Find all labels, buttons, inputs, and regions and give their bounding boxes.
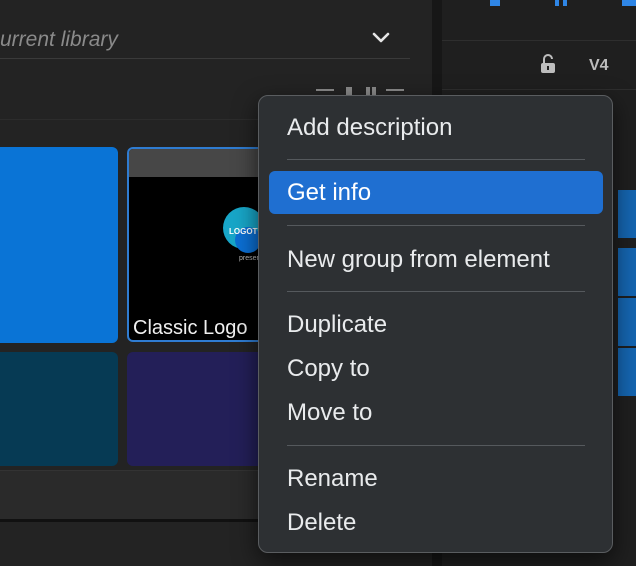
menu-item-get-info[interactable]: Get info xyxy=(269,171,603,214)
library-thumbnail[interactable] xyxy=(127,352,267,466)
timeline-clip[interactable] xyxy=(618,248,636,296)
menu-separator xyxy=(287,225,585,226)
timeline-clip[interactable] xyxy=(618,298,636,346)
context-menu: Add description Get info New group from … xyxy=(258,95,613,553)
menu-separator xyxy=(287,291,585,292)
menu-item-delete[interactable]: Delete xyxy=(269,501,603,544)
menu-item-new-group-from-element[interactable]: New group from element xyxy=(269,238,603,281)
thumbnail-caption: Classic Logo xyxy=(133,317,248,339)
library-selector-text: urrent library xyxy=(0,28,118,51)
menu-separator xyxy=(287,159,585,160)
lock-icon[interactable] xyxy=(540,54,556,74)
timeline-clip[interactable] xyxy=(618,190,636,238)
library-selector[interactable]: urrent library xyxy=(0,8,410,59)
library-thumbnail-selected[interactable]: LOGOTY presen Classic Logo xyxy=(127,147,267,342)
track-label: V4 xyxy=(589,57,609,74)
chevron-down-icon[interactable] xyxy=(370,30,392,46)
thumbnail-header xyxy=(129,149,265,177)
menu-item-move-to[interactable]: Move to xyxy=(269,391,603,434)
library-thumbnail[interactable] xyxy=(0,147,118,343)
timeline-tool-icons[interactable] xyxy=(490,0,636,10)
menu-item-rename[interactable]: Rename xyxy=(269,457,603,500)
menu-item-duplicate[interactable]: Duplicate xyxy=(269,303,603,346)
menu-item-copy-to[interactable]: Copy to xyxy=(269,347,603,390)
menu-separator xyxy=(287,445,585,446)
menu-item-add-description[interactable]: Add description xyxy=(269,106,603,149)
timeline-clip[interactable] xyxy=(618,348,636,396)
track-header-v4: V4 xyxy=(442,40,636,90)
library-thumbnail[interactable] xyxy=(0,352,118,466)
